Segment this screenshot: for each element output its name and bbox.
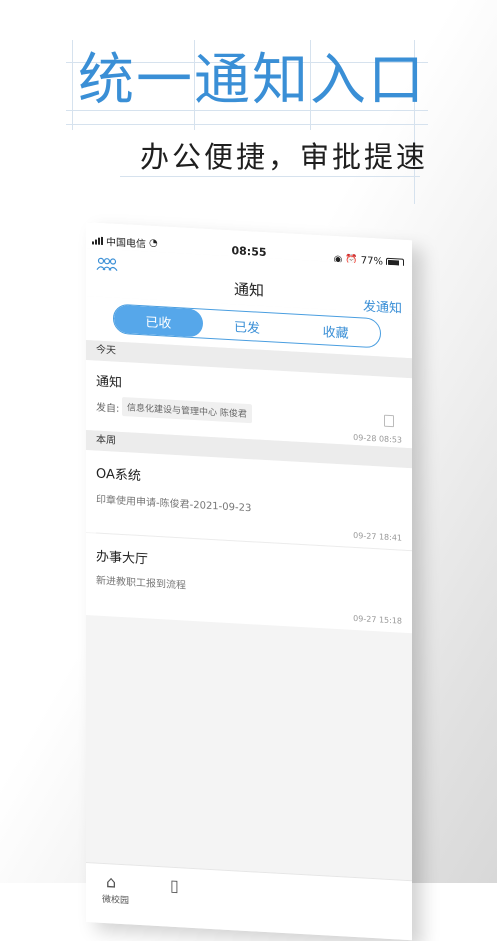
item-time: 09-27 18:41 xyxy=(353,530,402,543)
document-icon xyxy=(384,414,394,428)
hero-title: 统一通知入口 xyxy=(78,48,426,113)
hero-headline: 统一通知入口 xyxy=(66,40,428,138)
item-time: 09-27 15:18 xyxy=(353,613,402,626)
tab-sent[interactable]: 已发 xyxy=(203,310,292,343)
grid-line xyxy=(66,124,428,125)
clipboard-icon[interactable]: ▯ xyxy=(170,876,179,895)
phone-mockup: 中国电信 ◔ 08:55 ◉ ⏰ 77% 通知 发通知 已收 已发 收藏 今天 … xyxy=(86,222,418,941)
grid-line xyxy=(120,176,420,177)
item-title: 通知 xyxy=(96,374,123,392)
item-from-label: 发自: xyxy=(96,402,120,415)
tab-favorites[interactable]: 收藏 xyxy=(291,314,380,347)
item-time: 09-28 08:53 xyxy=(353,432,402,445)
list-item[interactable]: 办事大厅 新进教职工报到流程 09-27 15:18 xyxy=(86,533,412,634)
item-subtitle: 印章使用申请-陈俊君-2021-09-23 xyxy=(96,494,252,515)
hero-subtitle: 办公便捷，审批提速 xyxy=(140,140,429,174)
segmented-control: 已收 已发 收藏 xyxy=(113,303,381,349)
contacts-icon-svg xyxy=(96,257,118,272)
grid-line xyxy=(72,40,73,130)
item-title: OA系统 xyxy=(96,466,141,485)
tab-bar: ⌂ 微校园 ▯ xyxy=(86,862,412,941)
item-title: 办事大厅 xyxy=(96,549,149,568)
phone-screen: 中国电信 ◔ 08:55 ◉ ⏰ 77% 通知 发通知 已收 已发 收藏 今天 … xyxy=(86,222,412,941)
home-icon[interactable]: ⌂ xyxy=(106,872,116,892)
item-from-tag: 信息化建设与管理中心 陈俊君 xyxy=(122,397,252,424)
item-subtitle: 新进教职工报到流程 xyxy=(96,575,186,592)
tab-label-home: 微校园 xyxy=(102,894,130,907)
tab-received[interactable]: 已收 xyxy=(114,304,203,338)
